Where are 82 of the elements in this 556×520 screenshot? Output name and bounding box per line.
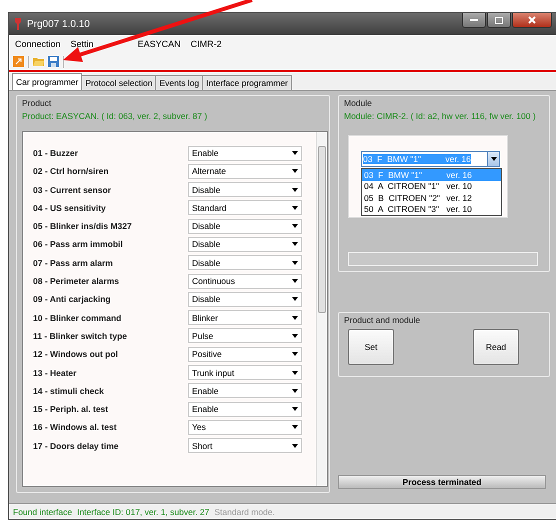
tab[interactable]: Car programmer xyxy=(12,73,82,90)
dropdown-arrow-icon xyxy=(490,157,496,161)
dropdown-arrow-icon xyxy=(292,425,298,430)
close-button[interactable] xyxy=(512,13,552,28)
module-info: Module: CIMR-2. ( Id: a2, hw ver. 116, fw ver. 100 ) xyxy=(344,111,537,121)
dropdown-arrow-icon xyxy=(292,169,298,174)
dropdown-arrow-icon xyxy=(292,242,298,246)
action-button[interactable]: Read xyxy=(473,329,519,365)
parameter-label: 12 - Windows out pol xyxy=(33,349,119,360)
parameter-label: 17 - Doors delay time xyxy=(33,440,120,451)
parameter-dropdown[interactable]: Blinker xyxy=(188,310,302,326)
parameter-dropdown[interactable]: Continuous xyxy=(188,274,302,289)
parameter-dropdown[interactable]: Pulse xyxy=(188,328,302,344)
parameter-label: 02 - Ctrl horn/siren xyxy=(33,166,110,176)
product-info: Product: EASYCAN. ( Id: 063, ver. 2, subver. 87 ) xyxy=(22,111,208,121)
dropdown-arrow-icon xyxy=(292,334,298,338)
tab[interactable]: Interface programmer xyxy=(202,75,292,90)
parameter-dropdown[interactable]: Disable xyxy=(188,292,302,307)
parameter-label: 08 - Perimeter alarms xyxy=(33,276,120,286)
dropdown-arrow-icon xyxy=(292,279,298,284)
process-status: Process terminated xyxy=(338,475,546,489)
parameter-label: 13 - Heater xyxy=(33,368,78,378)
parameter-dropdown[interactable]: Enable xyxy=(188,402,302,417)
parameter-dropdown[interactable]: Alternate xyxy=(188,164,302,179)
parameter-label: 09 - Anti carjacking xyxy=(33,294,112,304)
menu-item[interactable]: CIMR-2 xyxy=(190,39,222,49)
parameter-label: 05 - Blinker ins/dis M327 xyxy=(33,221,133,232)
minimize-icon xyxy=(470,18,478,22)
parameter-dropdown[interactable]: Disable xyxy=(188,182,302,198)
parameter-dropdown[interactable]: Disable xyxy=(188,218,302,234)
status-text: Found interface xyxy=(13,506,72,516)
dropdown-arrow-icon xyxy=(292,260,298,265)
parameter-dropdown[interactable]: Disable xyxy=(188,255,302,270)
parameter-label: 07 - Pass arm alarm xyxy=(33,258,114,268)
parameter-label: 03 - Current sensor xyxy=(33,184,112,195)
maximize-icon xyxy=(495,16,503,24)
group-legend: Module xyxy=(344,98,544,108)
parameter-dropdown[interactable]: Enable xyxy=(188,146,302,160)
parameter-dropdown[interactable]: Positive xyxy=(188,346,302,362)
status-text: Interface ID: 017, ver. 1, subver. 27 xyxy=(77,506,210,516)
dropdown-arrow-icon xyxy=(292,407,298,412)
scrollbar[interactable] xyxy=(316,132,327,486)
save-icon[interactable] xyxy=(48,56,59,67)
parameter-label: 06 - Pass arm immobil xyxy=(33,239,124,250)
tab[interactable]: Protocol selection xyxy=(81,75,156,90)
connect-icon[interactable] xyxy=(13,56,24,67)
menu-item[interactable]: Connection xyxy=(15,39,61,49)
menu-item[interactable]: Settin xyxy=(70,39,94,49)
dropdown-arrow-icon xyxy=(292,188,298,192)
parameter-label: 01 - Buzzer xyxy=(33,148,79,158)
parameter-dropdown[interactable]: Standard xyxy=(188,200,302,216)
tab[interactable]: Events log xyxy=(155,75,204,90)
parameter-dropdown[interactable]: Trunk input xyxy=(188,365,302,380)
status-text: Standard mode. xyxy=(214,506,275,516)
minimize-button[interactable] xyxy=(462,13,486,28)
parameter-label: 16 - Windows al. test xyxy=(33,422,118,432)
dropdown-arrow-icon xyxy=(292,352,298,356)
dropdown-arrow-icon xyxy=(292,370,298,375)
dropdown-arrow-icon xyxy=(292,224,298,228)
parameter-label: 15 - Periph. al. test xyxy=(33,404,110,414)
dropdown-arrow-icon xyxy=(292,444,298,448)
dropdown-arrow-icon xyxy=(292,206,298,210)
parameter-dropdown[interactable]: Short xyxy=(188,438,302,454)
menu-item[interactable]: EASYCAN xyxy=(138,39,181,49)
maximize-button[interactable] xyxy=(487,13,511,28)
parameter-label: 14 - stimuli check xyxy=(33,386,105,396)
dropdown-arrow-icon xyxy=(292,388,298,393)
parameter-label: 10 - Blinker command xyxy=(33,312,122,323)
dropdown-arrow-icon xyxy=(292,297,298,302)
parameter-dropdown[interactable]: Disable xyxy=(188,236,302,252)
parameter-label: 11 - Blinker switch type xyxy=(33,330,128,341)
parameter-dropdown[interactable]: Enable xyxy=(188,383,302,398)
action-button[interactable]: Set xyxy=(348,329,394,365)
parameter-label: 04 - US sensitivity xyxy=(33,202,107,213)
close-icon xyxy=(528,16,536,24)
group-legend: Product xyxy=(22,98,324,108)
window-title: Prg007 1.0.10 xyxy=(27,18,90,30)
app-icon xyxy=(13,18,23,30)
dropdown-arrow-icon xyxy=(292,151,298,155)
parameter-dropdown[interactable]: Yes xyxy=(188,420,302,435)
dropdown-arrow-icon xyxy=(292,316,298,320)
group-legend: Product and module xyxy=(344,315,420,325)
